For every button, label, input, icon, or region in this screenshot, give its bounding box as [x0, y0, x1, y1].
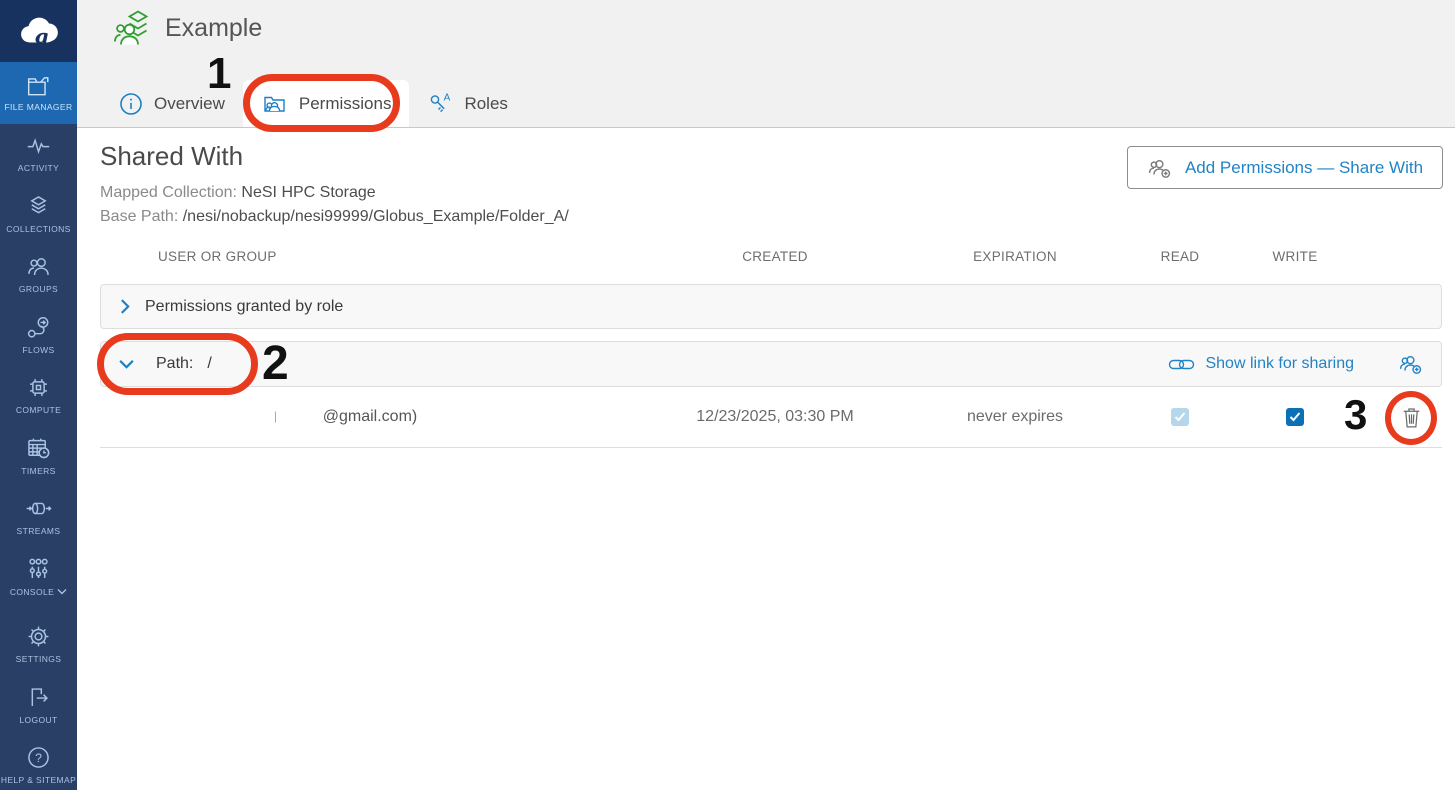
tab-permissions[interactable]: Permissions: [243, 80, 410, 127]
sidebar-item-logout[interactable]: LOGOUT: [0, 684, 77, 745]
page-title: Example: [165, 14, 262, 43]
sidebar-item-streams[interactable]: STREAMS: [0, 495, 77, 556]
svg-text:A: A: [444, 92, 451, 103]
sidebar-item-groups[interactable]: GROUPS: [0, 253, 77, 314]
role-row-label: Permissions granted by role: [145, 298, 343, 316]
base-path-label: Base Path:: [100, 208, 178, 225]
svg-text:?: ?: [35, 751, 42, 765]
chevron-down-icon[interactable]: [118, 357, 135, 371]
sidebar-item-label: CONSOLE: [10, 587, 67, 597]
sidebar-item-label: ACTIVITY: [18, 163, 59, 173]
sidebar-item-label: HELP & SITEMAP: [1, 775, 76, 785]
user-email: @gmail.com): [323, 408, 417, 425]
logo-letter: g: [35, 24, 49, 48]
sidebar-item-collections[interactable]: COLLECTIONS: [0, 193, 77, 254]
tab-roles[interactable]: A Roles: [409, 80, 525, 127]
sidebar-item-label: FLOWS: [22, 345, 54, 355]
col-write: WRITE: [1240, 249, 1350, 264]
trash-icon: [1399, 404, 1424, 431]
permission-table-row: @gmail.com) 12/23/2025, 03:30 PM never e…: [100, 387, 1442, 448]
path-label: Path:: [156, 355, 193, 373]
compute-icon: [25, 374, 52, 401]
sidebar-item-timers[interactable]: TIMERS: [0, 435, 77, 496]
sidebar-item-help[interactable]: ? HELP & SITEMAP: [0, 744, 77, 805]
redacted-mark: [275, 412, 276, 423]
sidebar-item-label: TIMERS: [21, 466, 56, 476]
main-content: Shared With Mapped Collection: NeSI HPC …: [77, 128, 1455, 790]
streams-icon: [25, 495, 52, 522]
add-permission-on-path-button[interactable]: [1398, 352, 1425, 376]
tab-label: Permissions: [299, 94, 392, 114]
add-permissions-label: Add Permissions — Share With: [1185, 158, 1423, 178]
user-cell: @gmail.com): [100, 408, 640, 426]
mapped-collection-line: Mapped Collection: NeSI HPC Storage: [100, 184, 376, 202]
col-expiration: EXPIRATION: [910, 249, 1120, 264]
sidebar-item-compute[interactable]: COMPUTE: [0, 374, 77, 435]
chevron-right-icon[interactable]: [118, 298, 132, 315]
collections-icon: [25, 193, 52, 220]
sidebar-item-console[interactable]: CONSOLE: [0, 556, 77, 617]
sidebar-item-label: STREAMS: [17, 526, 61, 536]
tab-bar: Overview Permissions A Roles: [77, 80, 526, 127]
logout-icon: [25, 684, 52, 711]
sidebar-item-label: FILE MANAGER: [4, 102, 72, 112]
chevron-down-icon: [57, 588, 67, 595]
path-value: /: [207, 355, 211, 373]
shared-with-heading: Shared With: [100, 141, 243, 172]
add-user-icon: [1398, 352, 1425, 376]
show-link-for-sharing[interactable]: Show link for sharing: [1168, 355, 1354, 373]
gear-icon: [25, 623, 52, 650]
guest-collection-icon: [113, 9, 153, 47]
sidebar-item-settings[interactable]: SETTINGS: [0, 623, 77, 684]
sidebar: g FILE MANAGER ACTIVITY COLLECTIONS GR: [0, 0, 77, 790]
base-path-line: Base Path: /nesi/nobackup/nesi99999/Glob…: [100, 208, 569, 226]
groups-icon: [25, 253, 52, 280]
role-permissions-row[interactable]: Permissions granted by role: [100, 284, 1442, 329]
header: Example Overview Permissions A Roles: [77, 0, 1455, 128]
check-icon: [1174, 412, 1186, 422]
globus-logo[interactable]: g: [0, 0, 77, 62]
tab-overview[interactable]: Overview: [101, 80, 243, 127]
delete-permission-button[interactable]: [1365, 404, 1455, 431]
sidebar-item-activity[interactable]: ACTIVITY: [0, 132, 77, 193]
path-row[interactable]: Path: / Show link for sharing: [100, 341, 1442, 387]
add-permissions-button[interactable]: Add Permissions — Share With: [1127, 146, 1443, 189]
mapped-collection-label: Mapped Collection:: [100, 184, 237, 201]
table-header-row: USER OR GROUP CREATED EXPIRATION READ WR…: [100, 249, 1442, 264]
read-checkbox[interactable]: [1171, 408, 1189, 426]
timers-icon: [25, 435, 52, 462]
mapped-collection-value: NeSI HPC Storage: [241, 184, 375, 201]
help-icon: ?: [25, 744, 52, 771]
sidebar-nav: ACTIVITY COLLECTIONS GROUPS FLOWS: [0, 132, 77, 805]
folder-icon: [25, 74, 52, 98]
sidebar-item-label: COLLECTIONS: [6, 224, 70, 234]
col-user-or-group: USER OR GROUP: [100, 249, 640, 264]
show-link-label: Show link for sharing: [1205, 355, 1354, 373]
col-read: READ: [1120, 249, 1240, 264]
link-icon: [1168, 356, 1195, 373]
add-user-icon: [1147, 156, 1174, 180]
sidebar-item-label: COMPUTE: [16, 405, 61, 415]
activity-icon: [25, 132, 52, 159]
sidebar-item-flows[interactable]: FLOWS: [0, 314, 77, 375]
sidebar-item-label: GROUPS: [19, 284, 58, 294]
tab-label: Roles: [464, 94, 507, 114]
col-created: CREATED: [640, 249, 910, 264]
created-cell: 12/23/2025, 03:30 PM: [640, 408, 910, 426]
check-icon: [1289, 412, 1301, 422]
console-icon: [25, 556, 52, 583]
sidebar-item-file-manager[interactable]: FILE MANAGER: [0, 62, 77, 124]
permissions-icon: [261, 92, 288, 116]
expiration-cell: never expires: [910, 408, 1120, 426]
collection-title-row: Example: [113, 9, 262, 47]
key-icon: A: [427, 91, 453, 117]
sidebar-item-label: LOGOUT: [19, 715, 57, 725]
flows-icon: [25, 314, 52, 341]
write-checkbox[interactable]: [1286, 408, 1304, 426]
info-icon: [119, 92, 143, 116]
base-path-value: /nesi/nobackup/nesi99999/Globus_Example/…: [183, 208, 569, 225]
sidebar-item-label: SETTINGS: [16, 654, 62, 664]
tab-label: Overview: [154, 94, 225, 114]
